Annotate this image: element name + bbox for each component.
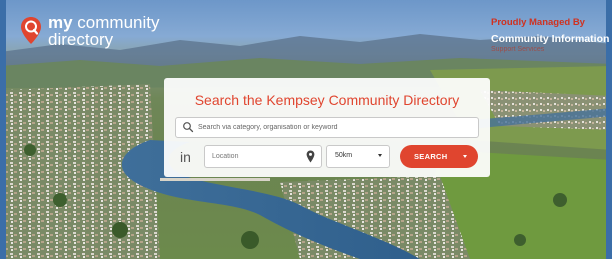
radius-select[interactable]: 50km bbox=[326, 145, 390, 168]
location-input[interactable] bbox=[212, 146, 300, 167]
managed-by-label: Proudly Managed By bbox=[491, 17, 585, 28]
logo-directory: directory bbox=[48, 30, 114, 49]
location-field[interactable] bbox=[204, 145, 322, 168]
logo-wordmark: my community directory bbox=[48, 14, 160, 48]
site-logo[interactable]: my community directory bbox=[20, 14, 160, 48]
in-label: in bbox=[180, 149, 191, 165]
map-pin-icon[interactable] bbox=[306, 150, 315, 163]
search-button[interactable]: SEARCH bbox=[400, 145, 478, 168]
radius-value: 50km bbox=[335, 152, 353, 159]
managed-by-org[interactable]: Community Information bbox=[491, 33, 609, 45]
panel-title: Search the Kempsey Community Directory bbox=[194, 92, 460, 108]
keyword-search-box[interactable] bbox=[175, 117, 479, 138]
search-icon bbox=[183, 122, 194, 133]
managed-by-sub: Support Services bbox=[491, 46, 545, 53]
chevron-down-icon bbox=[378, 154, 382, 157]
search-options-chevron-icon[interactable] bbox=[463, 155, 467, 158]
managed-by-block: Proudly Managed By Community Information… bbox=[491, 17, 609, 53]
keyword-search-input[interactable] bbox=[198, 118, 472, 137]
left-frame-bar bbox=[0, 0, 6, 259]
search-panel: Search the Kempsey Community Directory i… bbox=[164, 78, 490, 177]
location-pin-logo-icon bbox=[21, 17, 41, 44]
search-button-label: SEARCH bbox=[414, 152, 448, 161]
